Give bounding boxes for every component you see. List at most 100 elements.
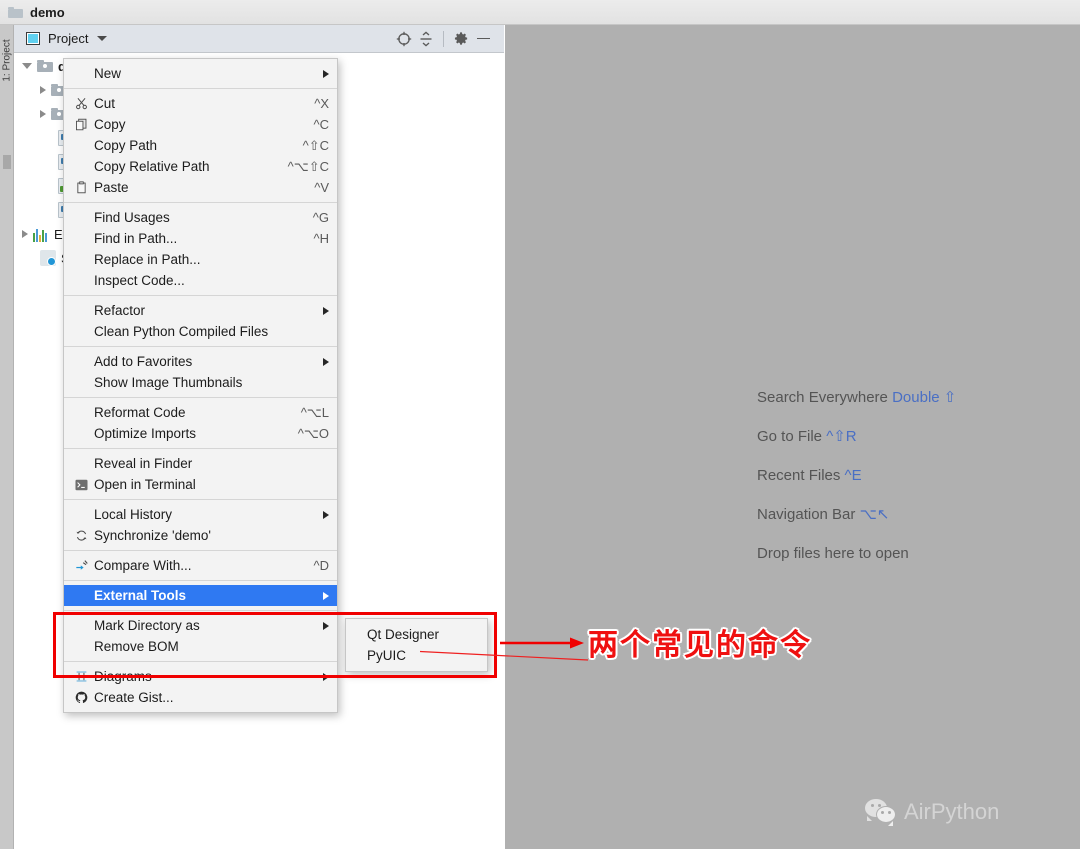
menu-item-mark-directory-as[interactable]: Mark Directory as (64, 615, 337, 636)
folder-icon (8, 6, 23, 18)
menu-item-cut[interactable]: Cut ^X (64, 93, 337, 114)
expander-closed-icon[interactable] (40, 110, 46, 118)
menu-separator (64, 346, 337, 347)
copy-icon (73, 117, 90, 132)
settings-gear-icon[interactable] (450, 28, 472, 50)
menu-item-shortcut: ^H (314, 231, 330, 246)
submenu-item-pyuic[interactable]: PyUIC (346, 645, 487, 666)
menu-item-label: Optimize Imports (94, 426, 284, 441)
menu-item-copy-path[interactable]: Copy Path ^⇧C (64, 135, 337, 156)
menu-item-shortcut: ^⌥O (298, 426, 329, 442)
hint-action: Recent Files (757, 467, 840, 484)
menu-item-reveal-in-finder[interactable]: Reveal in Finder (64, 453, 337, 474)
submenu-item-qt-designer[interactable]: Qt Designer (346, 624, 487, 645)
collapse-all-icon[interactable] (415, 28, 437, 50)
expander-closed-icon[interactable] (22, 230, 28, 238)
watermark: AirPython (865, 799, 999, 825)
submenu-arrow-icon (323, 592, 329, 600)
menu-item-label: Copy Relative Path (94, 159, 274, 174)
project-icon (26, 32, 40, 45)
submenu-arrow-icon (323, 673, 329, 681)
expander-closed-icon[interactable] (40, 86, 46, 94)
external-libraries-icon (33, 226, 49, 242)
submenu-arrow-icon (323, 622, 329, 630)
menu-item-label: Refactor (94, 303, 311, 318)
github-icon (73, 690, 90, 705)
menu-item-find-in-path[interactable]: Find in Path... ^H (64, 228, 337, 249)
menu-item-shortcut: ^C (314, 117, 330, 132)
menu-item-local-history[interactable]: Local History (64, 504, 337, 525)
no-icon (73, 231, 90, 246)
watermark-text: AirPython (904, 799, 999, 825)
menu-item-remove-bom[interactable]: Remove BOM (64, 636, 337, 657)
menu-item-diagrams[interactable]: Diagrams (64, 666, 337, 687)
menu-item-refactor[interactable]: Refactor (64, 300, 337, 321)
menu-item-shortcut: ^⌥L (301, 405, 329, 421)
external-tools-submenu[interactable]: Qt Designer PyUIC (345, 618, 488, 672)
menu-item-find-usages[interactable]: Find Usages ^G (64, 207, 337, 228)
menu-item-label: External Tools (94, 588, 311, 603)
menu-item-new[interactable]: New (64, 63, 337, 84)
terminal-icon (73, 477, 90, 492)
project-panel-title: Project (48, 31, 88, 46)
submenu-arrow-icon (323, 70, 329, 78)
menu-item-label: Reveal in Finder (94, 456, 329, 471)
no-icon (73, 639, 90, 654)
pycharm-window: demo 1: Project Project (0, 0, 1080, 849)
menu-item-clean-python-compiled-files[interactable]: Clean Python Compiled Files (64, 321, 337, 342)
refresh-icon (73, 528, 90, 543)
menu-item-show-image-thumbnails[interactable]: Show Image Thumbnails (64, 372, 337, 393)
menu-separator (64, 397, 337, 398)
expander-open-icon[interactable] (22, 63, 32, 69)
no-icon (73, 159, 90, 174)
menu-item-external-tools[interactable]: External Tools (64, 585, 337, 606)
menu-item-compare-with[interactable]: Compare With... ^D (64, 555, 337, 576)
menu-item-label: New (94, 66, 311, 81)
sidebar-tab-project[interactable]: 1: Project (2, 32, 13, 90)
no-icon (73, 354, 90, 369)
hint-action: Drop files here to open (757, 545, 909, 562)
no-icon (73, 405, 90, 420)
menu-item-replace-in-path[interactable]: Replace in Path... (64, 249, 337, 270)
hint-navigation-bar: Navigation Bar ⌥↖ (757, 507, 956, 522)
menu-separator (64, 448, 337, 449)
menu-item-paste[interactable]: Paste ^V (64, 177, 337, 198)
hint-action: Go to File (757, 428, 822, 445)
menu-item-label: Mark Directory as (94, 618, 311, 633)
context-menu[interactable]: New Cut ^X Cop (63, 58, 338, 713)
no-icon (73, 303, 90, 318)
menu-item-shortcut: ^X (314, 96, 329, 111)
left-tool-strip[interactable]: 1: Project (0, 25, 14, 849)
menu-separator (64, 295, 337, 296)
chevron-down-icon[interactable] (97, 36, 107, 41)
menu-item-create-gist[interactable]: Create Gist... (64, 687, 337, 708)
menu-item-shortcut: ^⇧C (303, 138, 329, 154)
menu-item-reformat-code[interactable]: Reformat Code ^⌥L (64, 402, 337, 423)
menu-item-label: Add to Favorites (94, 354, 311, 369)
tool-window-indicator (3, 155, 11, 169)
locate-target-icon[interactable] (393, 28, 415, 50)
hint-shortcut: ^E (845, 467, 862, 484)
hint-recent-files: Recent Files ^E (757, 468, 956, 483)
no-icon (73, 456, 90, 471)
menu-item-optimize-imports[interactable]: Optimize Imports ^⌥O (64, 423, 337, 444)
no-icon (73, 588, 90, 603)
hint-shortcut: ^⇧R (826, 428, 856, 445)
menu-item-synchronize-demo[interactable]: Synchronize 'demo' (64, 525, 337, 546)
menu-item-label: Copy (94, 117, 300, 132)
menu-item-label: Open in Terminal (94, 477, 329, 492)
menu-item-label: Inspect Code... (94, 273, 329, 288)
menu-item-label: Compare With... (94, 558, 300, 573)
menu-item-copy[interactable]: Copy ^C (64, 114, 337, 135)
menu-item-add-to-favorites[interactable]: Add to Favorites (64, 351, 337, 372)
menu-item-open-in-terminal[interactable]: Open in Terminal (64, 474, 337, 495)
hint-search-everywhere: Search Everywhere Double ⇧ (757, 390, 956, 405)
menu-separator (64, 550, 337, 551)
minimize-icon[interactable] (472, 28, 494, 50)
hint-shortcut: Double ⇧ (892, 389, 956, 406)
menu-item-inspect-code[interactable]: Inspect Code... (64, 270, 337, 291)
menu-item-copy-relative-path[interactable]: Copy Relative Path ^⌥⇧C (64, 156, 337, 177)
submenu-arrow-icon (323, 307, 329, 315)
menu-item-label: Local History (94, 507, 311, 522)
submenu-arrow-icon (323, 358, 329, 366)
